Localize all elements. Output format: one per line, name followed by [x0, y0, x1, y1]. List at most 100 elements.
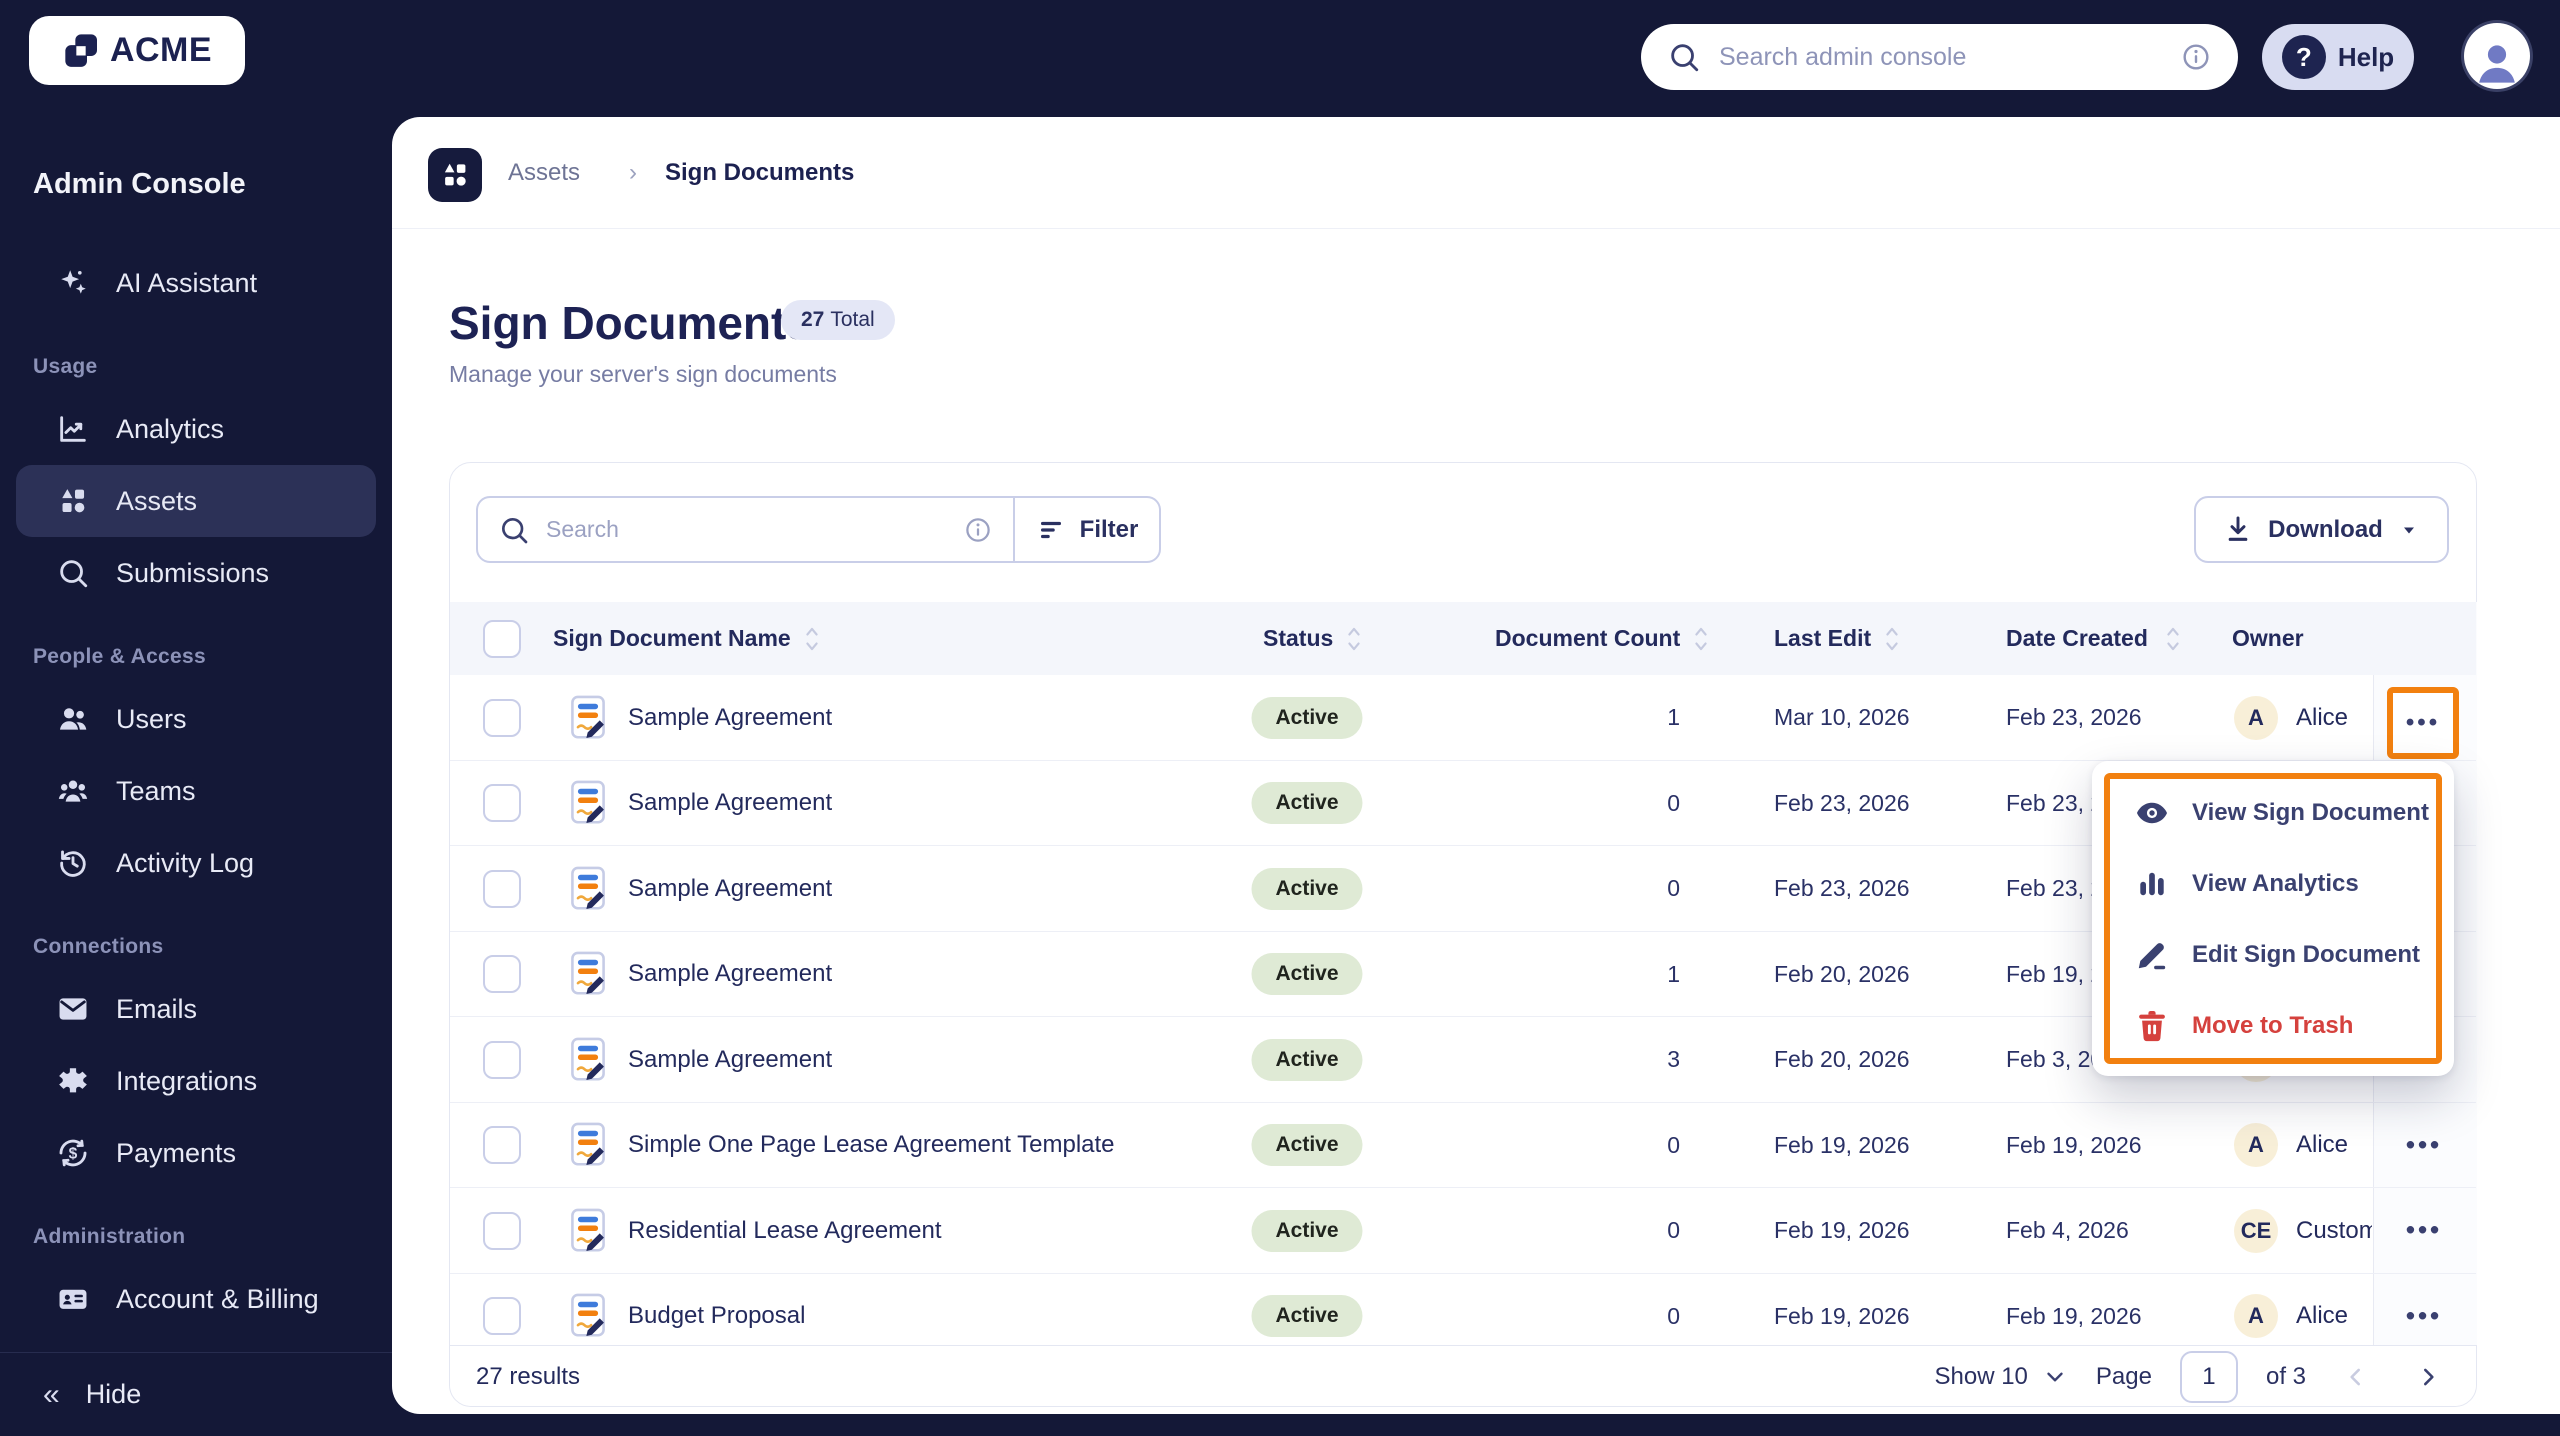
document-count: 3 [1667, 1046, 1680, 1073]
row-checkbox[interactable] [483, 955, 521, 994]
document-name[interactable]: Residential Lease Agreement [628, 1188, 942, 1274]
sidebar-item-payments[interactable]: $ Payments [16, 1117, 376, 1189]
trash-icon [2134, 1008, 2170, 1044]
sidebar-item-label: Assets [116, 485, 198, 516]
row-checkbox[interactable] [483, 1040, 521, 1079]
page-number-input[interactable] [2179, 1350, 2238, 1403]
sidebar-item-integrations[interactable]: Integrations [16, 1045, 376, 1117]
sidebar-item-analytics[interactable]: Analytics [16, 393, 376, 465]
sidebar-item-account-billing[interactable]: Account & Billing [16, 1263, 376, 1335]
row-checkbox[interactable] [483, 1211, 521, 1250]
owner-name: Custom [2296, 1216, 2372, 1244]
table-row: Residential Lease Agreement Active 0 Feb… [450, 1188, 2476, 1274]
activity-log-icon [56, 846, 90, 880]
sidebar-item-activity-log[interactable]: Activity Log [16, 827, 376, 899]
menu-item[interactable]: Move to Trash [2092, 990, 2454, 1061]
show-per-page-dropdown[interactable]: Show 10 [1935, 1363, 2068, 1391]
row-actions-button[interactable]: ••• [2396, 1205, 2452, 1256]
sidebar-item-teams[interactable]: Teams [16, 755, 376, 827]
sidebar-hide-button[interactable]: « Hide [0, 1352, 392, 1436]
menu-item-label: View Analytics [2192, 869, 2359, 897]
document-name[interactable]: Sample Agreement [628, 846, 832, 932]
document-count: 1 [1667, 960, 1680, 987]
row-actions-menu: View Sign Document View Analytics Edit S… [2092, 761, 2454, 1076]
column-header-status[interactable]: Status [1263, 602, 1365, 675]
status-badge: Active [1251, 1209, 1363, 1252]
caret-down-icon [2397, 518, 2421, 542]
sidebar-item-submissions[interactable]: Submissions [16, 537, 376, 609]
sidebar-item-assets[interactable]: Assets [16, 465, 376, 537]
show-label: Show 10 [1934, 1362, 2028, 1390]
column-header-count[interactable]: Document Count [1495, 602, 1712, 675]
download-icon [2222, 514, 2254, 546]
user-avatar[interactable] [2464, 23, 2530, 89]
admin-search[interactable] [1641, 24, 2238, 90]
sidebar-item-label: Account & Billing [116, 1283, 319, 1314]
id-card-icon [56, 1282, 90, 1316]
row-checkbox[interactable] [483, 1297, 521, 1336]
help-button[interactable]: ? Help [2262, 24, 2414, 90]
row-checkbox[interactable] [483, 784, 521, 823]
document-name[interactable]: Sample Agreement [628, 761, 832, 847]
sign-doc-icon [566, 694, 610, 742]
sort-icon[interactable] [1881, 622, 1903, 656]
sidebar-item-emails[interactable]: Emails [16, 973, 376, 1045]
sort-icon-date-created[interactable] [2162, 602, 2184, 675]
next-page-button[interactable] [2406, 1355, 2450, 1399]
row-checkbox[interactable] [483, 869, 521, 908]
breadcrumb-assets-link[interactable]: Assets [508, 117, 580, 229]
document-name[interactable]: Sample Agreement [628, 675, 832, 761]
status-badge: Active [1251, 867, 1363, 910]
row-actions-button[interactable]: ••• [2396, 1119, 2452, 1170]
menu-item[interactable]: Edit Sign Document [2092, 919, 2454, 990]
sort-icon[interactable] [801, 622, 823, 656]
teams-icon [56, 774, 90, 808]
download-button[interactable]: Download [2194, 496, 2449, 563]
status-badge: Active [1251, 696, 1363, 739]
sort-icon[interactable] [2162, 622, 2184, 656]
previous-page-button[interactable] [2334, 1355, 2378, 1399]
select-all-checkbox[interactable] [483, 619, 521, 658]
column-header-name[interactable]: Sign Document Name [553, 602, 823, 675]
menu-item[interactable]: View Analytics [2092, 848, 2454, 919]
last-edit-date: Feb 20, 2026 [1774, 960, 1910, 987]
sidebar-item[interactable]: AI Assistant [16, 247, 376, 319]
sort-icon[interactable] [1343, 622, 1365, 656]
row-checkbox[interactable] [483, 698, 521, 737]
sort-icon[interactable] [1690, 622, 1712, 656]
highlighted-row-actions-button[interactable]: ••• [2387, 687, 2459, 759]
column-header-last-edit[interactable]: Last Edit [1774, 602, 1903, 675]
sidebar-item-label: Teams [116, 775, 196, 806]
document-name[interactable]: Sample Agreement [628, 932, 832, 1018]
info-icon[interactable] [2180, 41, 2212, 73]
table-search[interactable] [478, 498, 1015, 561]
chevron-right-icon: › [629, 159, 637, 186]
filter-icon [1036, 515, 1066, 545]
sidebar-standalone-items: AI Assistant [0, 247, 392, 319]
mail-icon [56, 992, 90, 1026]
sidebar: Admin Console AI Assistant Usage Analytic… [0, 0, 392, 1436]
table-header: Sign Document Name Status Document Count… [450, 602, 2476, 675]
last-edit-date: Feb 19, 2026 [1774, 1131, 1910, 1158]
filter-button[interactable]: Filter [1015, 498, 1159, 561]
sign-doc-icon [566, 1207, 610, 1255]
row-actions-button[interactable]: ••• [2396, 1290, 2452, 1341]
sidebar-item-users[interactable]: Users [16, 683, 376, 755]
owner-name: Alice [2296, 1302, 2349, 1330]
sign-doc-icon [566, 865, 610, 913]
date-created: Feb 4, 2026 [2006, 1217, 2129, 1244]
svg-text:$: $ [69, 1146, 78, 1163]
document-name[interactable]: Simple One Page Lease Agreement Template [628, 1103, 1115, 1189]
document-name[interactable]: Sample Agreement [628, 1017, 832, 1103]
info-icon[interactable] [963, 515, 993, 545]
last-edit-date: Feb 23, 2026 [1774, 789, 1910, 816]
sidebar-item-label: Emails [116, 993, 198, 1024]
document-name[interactable]: Budget Proposal [628, 1274, 805, 1346]
table-search-input[interactable] [546, 516, 947, 543]
admin-search-input[interactable] [1719, 42, 2162, 72]
column-header-date-created[interactable]: Date Created [2006, 602, 2156, 675]
menu-item[interactable]: View Sign Document [2092, 777, 2454, 848]
sign-doc-icon [566, 950, 610, 998]
sidebar-item-label: Activity Log [116, 847, 255, 878]
row-checkbox[interactable] [483, 1126, 521, 1165]
